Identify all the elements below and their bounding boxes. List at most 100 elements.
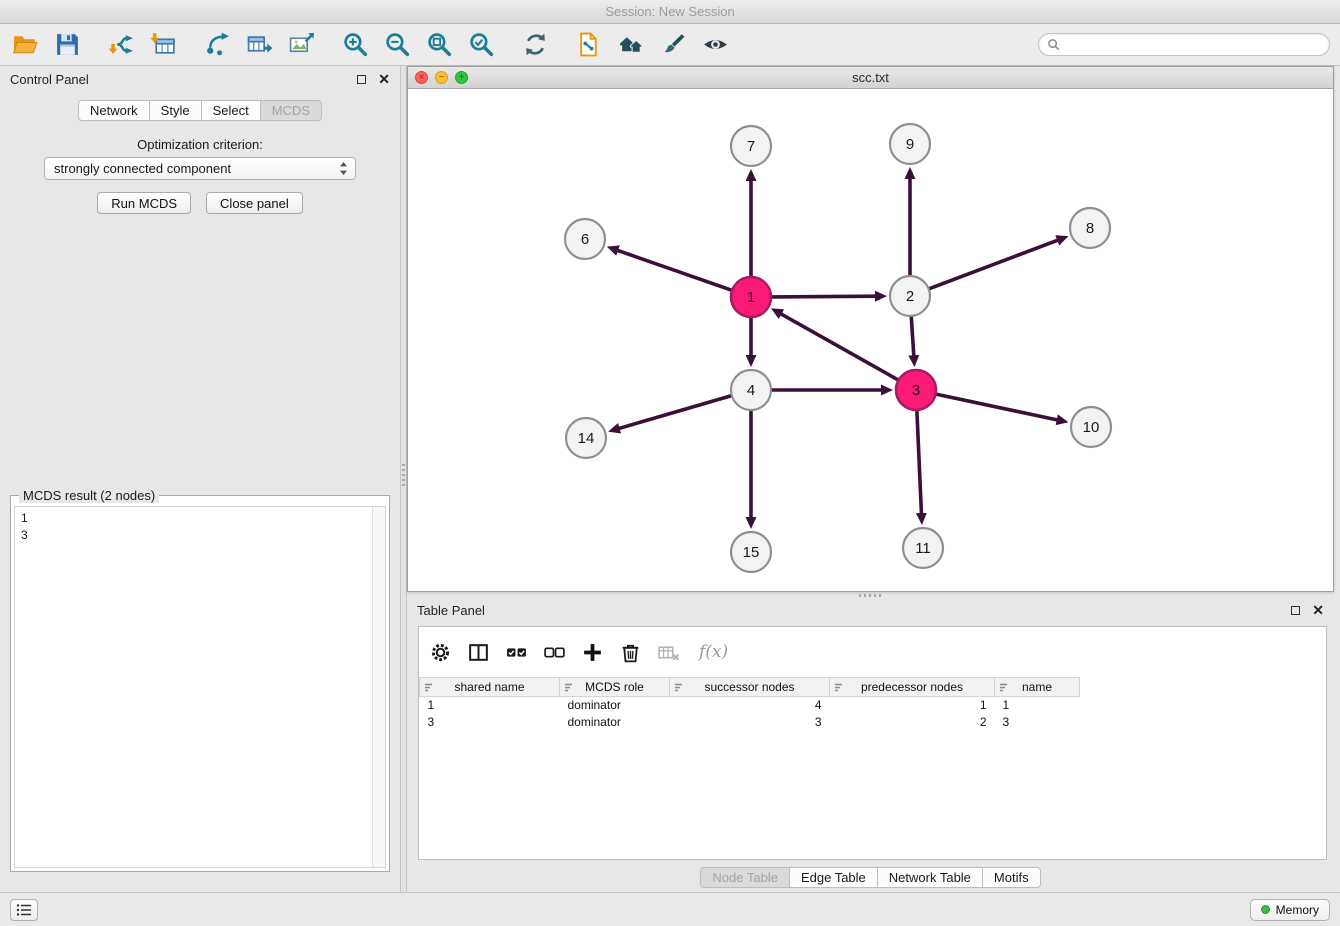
- select-all-columns-button[interactable]: [505, 640, 528, 664]
- run-mcds-button[interactable]: Run MCDS: [97, 192, 191, 214]
- graph-edge-3-10[interactable]: [937, 394, 1059, 420]
- float-panel-icon[interactable]: [1291, 606, 1300, 615]
- zoom-check-button[interactable]: [466, 29, 498, 61]
- criterion-dropdown-value: strongly connected component: [54, 161, 231, 176]
- table-cell[interactable]: dominator: [560, 714, 670, 731]
- graph-node-11[interactable]: 11: [903, 528, 943, 568]
- table-cell[interactable]: 1: [995, 697, 1080, 714]
- minimize-window-button[interactable]: −: [435, 71, 448, 84]
- table-cell[interactable]: 3: [420, 714, 560, 731]
- tab-network[interactable]: Network: [78, 100, 150, 121]
- style-brush-button[interactable]: [658, 29, 690, 61]
- column-header-filler: [1080, 678, 1327, 697]
- zoom-out-button[interactable]: [382, 29, 414, 61]
- control-panel-buttons: Run MCDS Close panel: [0, 192, 400, 214]
- graph-node-8[interactable]: 8: [1070, 208, 1110, 248]
- tab-style[interactable]: Style: [149, 100, 202, 121]
- graph-node-9[interactable]: 9: [890, 124, 930, 164]
- tab-mcds[interactable]: MCDS: [260, 100, 322, 121]
- zoom-window-button[interactable]: +: [455, 71, 468, 84]
- table-cell[interactable]: 1: [830, 697, 995, 714]
- zoom-fit-button[interactable]: [424, 29, 456, 61]
- show-columns-button[interactable]: [467, 640, 490, 664]
- graph-node-7[interactable]: 7: [731, 126, 771, 166]
- float-panel-icon[interactable]: [357, 75, 366, 84]
- scrollbar-track[interactable]: [372, 507, 385, 867]
- memory-button-label: Memory: [1276, 903, 1319, 917]
- graph-node-10[interactable]: 10: [1071, 407, 1111, 447]
- status-bar: Memory: [0, 892, 1340, 926]
- graph-edge-3-11[interactable]: [917, 411, 922, 515]
- open-folder-button[interactable]: [10, 29, 42, 61]
- vertical-splitter[interactable]: [400, 66, 407, 892]
- delete-columns-button[interactable]: [619, 640, 642, 664]
- zoom-in-button[interactable]: [340, 29, 372, 61]
- column-header-shared-name[interactable]: shared name: [420, 678, 560, 697]
- unselect-all-columns-button[interactable]: [543, 640, 566, 664]
- tab-motifs[interactable]: Motifs: [982, 867, 1041, 888]
- table-cell[interactable]: 3: [670, 714, 830, 731]
- table-toolbar: f(x): [419, 627, 1326, 677]
- share-network-button[interactable]: [202, 29, 234, 61]
- table-cell[interactable]: 1: [420, 697, 560, 714]
- graph-node-4[interactable]: 4: [731, 370, 771, 410]
- import-table-button[interactable]: [148, 29, 180, 61]
- close-panel-icon[interactable]: ✕: [1312, 603, 1324, 617]
- search-input[interactable]: [1065, 38, 1321, 52]
- homes-button[interactable]: [616, 29, 648, 61]
- column-header-name[interactable]: name: [995, 678, 1080, 697]
- column-header-label: shared name: [454, 680, 524, 694]
- create-column-button[interactable]: [581, 640, 604, 664]
- column-header-successor-nodes[interactable]: successor nodes: [670, 678, 830, 697]
- control-panel-tabs: NetworkStyleSelectMCDS: [0, 100, 400, 121]
- panel-list-button[interactable]: [10, 899, 38, 921]
- select-all-columns-icon: [505, 641, 528, 664]
- export-table-button[interactable]: [244, 29, 276, 61]
- tab-edge-table[interactable]: Edge Table: [789, 867, 878, 888]
- close-window-button[interactable]: ×: [415, 71, 428, 84]
- graph-edge-3-1[interactable]: [780, 313, 898, 380]
- tab-select[interactable]: Select: [201, 100, 261, 121]
- graph-edge-1-2[interactable]: [772, 296, 877, 297]
- table-settings-gear-button[interactable]: [429, 640, 452, 664]
- save-button[interactable]: [52, 29, 84, 61]
- table-row[interactable]: 3dominator323: [420, 714, 1327, 731]
- table-row[interactable]: 1dominator411: [420, 697, 1327, 714]
- tab-network-table[interactable]: Network Table: [877, 867, 983, 888]
- table-cell[interactable]: 2: [830, 714, 995, 731]
- optimization-criterion-label: Optimization criterion:: [0, 137, 400, 152]
- graph-edge-2-8[interactable]: [930, 240, 1060, 289]
- clone-network-button[interactable]: [574, 29, 606, 61]
- network-graph[interactable]: 7 9 6 8 1 2 4 3 14 10 15 11: [408, 89, 1333, 591]
- export-table-icon: [246, 31, 274, 58]
- main-toolbar: [0, 24, 1340, 66]
- close-panel-button[interactable]: Close panel: [206, 192, 303, 214]
- graph-node-3[interactable]: 3: [896, 370, 936, 410]
- eye-button[interactable]: [700, 29, 732, 61]
- column-header-mcds-role[interactable]: MCDS role: [560, 678, 670, 697]
- column-header-predecessor-nodes[interactable]: predecessor nodes: [830, 678, 995, 697]
- table-cell[interactable]: 4: [670, 697, 830, 714]
- graph-node-15[interactable]: 15: [731, 532, 771, 572]
- network-canvas[interactable]: 7 9 6 8 1 2 4 3 14 10 15 11: [408, 89, 1333, 591]
- close-panel-icon[interactable]: ✕: [378, 72, 390, 86]
- import-network-button[interactable]: [106, 29, 138, 61]
- graph-edge-1-6[interactable]: [616, 250, 731, 290]
- graph-node-1[interactable]: 1: [731, 277, 771, 317]
- mcds-result-title: MCDS result (2 nodes): [19, 488, 159, 503]
- table-cell[interactable]: 3: [995, 714, 1080, 731]
- graph-edge-4-14[interactable]: [618, 396, 731, 429]
- graph-node-6[interactable]: 6: [565, 219, 605, 259]
- export-image-button[interactable]: [286, 29, 318, 61]
- graph-edge-2-3[interactable]: [911, 317, 914, 357]
- table-panel-header: Table Panel ✕: [407, 597, 1334, 623]
- criterion-dropdown[interactable]: strongly connected component: [44, 157, 356, 180]
- graph-node-2[interactable]: 2: [890, 276, 930, 316]
- control-panel-title: Control Panel: [10, 72, 89, 87]
- mcds-result-pane[interactable]: 13: [14, 506, 386, 868]
- memory-button[interactable]: Memory: [1250, 899, 1330, 921]
- tab-node-table[interactable]: Node Table: [700, 867, 790, 888]
- refresh-button[interactable]: [520, 29, 552, 61]
- graph-node-14[interactable]: 14: [566, 418, 606, 458]
- table-cell[interactable]: dominator: [560, 697, 670, 714]
